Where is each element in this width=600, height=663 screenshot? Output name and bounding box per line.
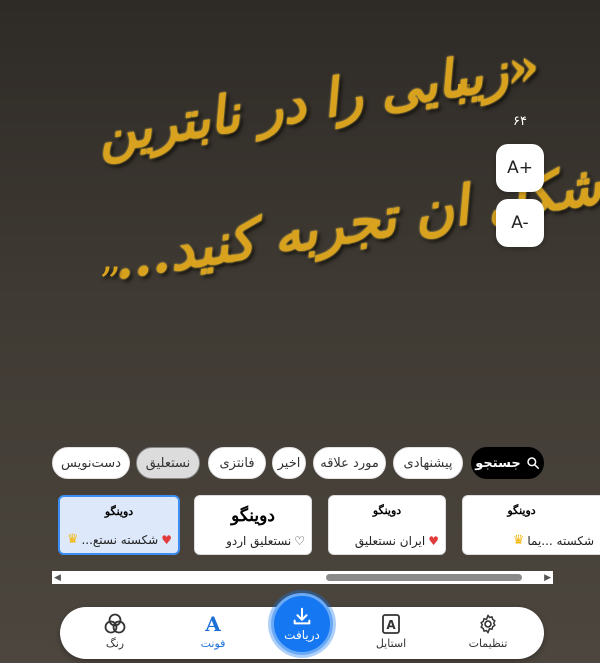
nav-settings-label: تنظیمات	[468, 637, 508, 650]
scroll-right-arrow-icon[interactable]: ▶	[544, 573, 551, 583]
gear-icon	[480, 614, 496, 634]
font-card-name-row: شکسته ...یما ♛	[469, 533, 594, 548]
heart-outline-icon[interactable]: ♡	[294, 534, 305, 548]
chip-fantasy[interactable]: فانتزی	[208, 447, 266, 479]
svg-text:A: A	[386, 618, 396, 632]
crown-icon: ♛	[66, 532, 79, 547]
font-card[interactable]: دوینگو ♥ شکسته نستع... ♛	[58, 495, 180, 555]
font-size-value: ۶۴	[513, 114, 527, 129]
nav-font-label: فونت	[200, 637, 226, 650]
font-name: نستعلیق اردو	[226, 534, 292, 548]
color-circles-icon	[104, 613, 126, 634]
font-card-name-row: ♡ نستعلیق اردو	[201, 534, 305, 548]
nav-style-label: استایل	[375, 637, 407, 650]
scroll-left-arrow-icon[interactable]: ◀	[54, 573, 61, 583]
chip-nastaliq[interactable]: نستعلیق	[136, 447, 200, 479]
font-list[interactable]: دوینگو ♥ شکسته نستع... ♛ دوینگو ♡ نستعلی…	[0, 495, 600, 555]
nav-font[interactable]: A فونت	[178, 613, 248, 650]
font-card[interactable]: دوینگو ♡ نستعلیق اردو	[194, 495, 312, 555]
font-category-chips: جستجو پیشنهادی مورد علاقه اخیر فانتزی نس…	[0, 447, 600, 479]
style-icon: A	[382, 614, 400, 634]
font-name: شکسته ...یما	[527, 533, 594, 548]
decrease-size-button[interactable]: A-	[496, 199, 544, 247]
chip-suggested[interactable]: پیشنهادی	[393, 447, 463, 479]
search-chip-label: جستجو	[475, 455, 521, 471]
font-sample: دوینگو	[372, 504, 402, 517]
chip-recent[interactable]: اخیر	[272, 447, 306, 479]
increase-size-button[interactable]: A+	[496, 144, 544, 192]
font-card-name-row: ♥ شکسته نستع... ♛	[66, 532, 172, 547]
download-button[interactable]: دریافت	[271, 593, 333, 655]
download-label: دریافت	[284, 628, 320, 642]
font-list-scrollbar[interactable]: ◀ ▶	[52, 571, 553, 584]
font-sample: دوینگو	[231, 506, 275, 526]
heart-icon[interactable]: ♥	[161, 533, 172, 547]
nav-settings[interactable]: تنظیمات	[453, 613, 523, 650]
search-chip[interactable]: جستجو	[471, 447, 544, 479]
nav-color[interactable]: رنگ	[80, 613, 150, 650]
font-card[interactable]: دوینگو شکسته ...یما ♛	[462, 495, 600, 555]
crown-icon: ♛	[512, 533, 525, 548]
font-card-name-row: ♥ ایران نستعلیق	[335, 534, 439, 548]
canvas-text-line-1[interactable]: «زیبایی را در نابترین	[93, 35, 544, 165]
chip-favorites[interactable]: مورد علاقه	[313, 447, 386, 479]
nav-style[interactable]: A استایل	[356, 613, 426, 650]
font-card[interactable]: دوینگو ♥ ایران نستعلیق	[328, 495, 446, 555]
nav-color-label: رنگ	[105, 637, 125, 650]
font-sample: دوینگو	[104, 505, 134, 518]
svg-text:A: A	[204, 613, 221, 635]
chip-handwriting[interactable]: دست‌نویس	[52, 447, 130, 479]
font-name: شکسته نستع...	[81, 532, 159, 547]
closing-quote: „	[100, 232, 122, 281]
font-icon: A	[204, 613, 221, 635]
heart-icon[interactable]: ♥	[428, 534, 439, 548]
font-name: ایران نستعلیق	[354, 534, 426, 548]
scroll-thumb[interactable]	[326, 574, 522, 581]
font-sample: دوینگو	[507, 504, 536, 517]
download-icon	[293, 607, 311, 625]
search-icon	[527, 457, 539, 470]
